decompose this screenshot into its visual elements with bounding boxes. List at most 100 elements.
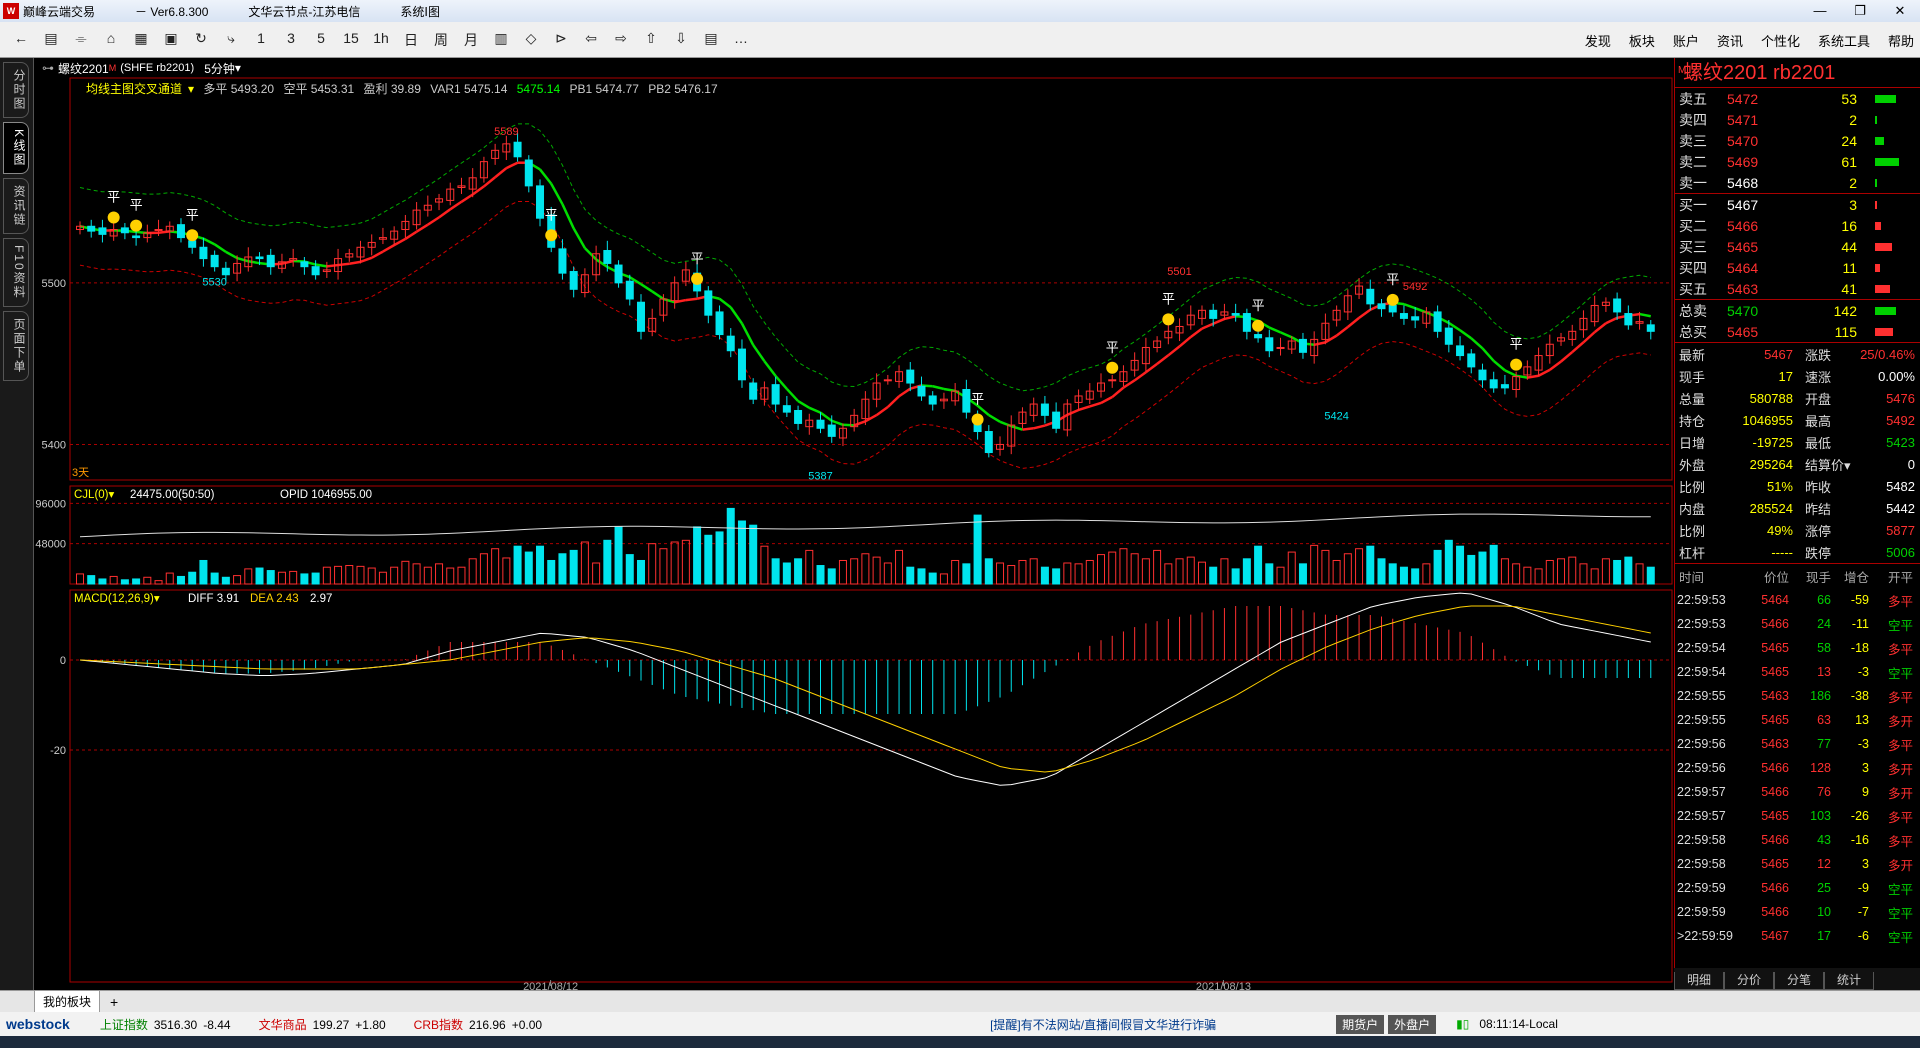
side-tab-2[interactable]: 资讯链: [3, 178, 29, 235]
toolbar-tool-15-icon[interactable]: 月: [456, 30, 486, 50]
volume-bar: [648, 543, 657, 585]
menu-5[interactable]: 系统工具: [1818, 31, 1870, 50]
menu-1[interactable]: 板块: [1629, 31, 1655, 50]
tick-row: 22:59:55 5463 186 -38 多平: [1675, 684, 1920, 708]
toolbar-tool-9-icon[interactable]: 3: [276, 30, 306, 50]
volume-bar: [794, 558, 803, 585]
stat-label-2[interactable]: 结算价▾: [1793, 455, 1853, 474]
ma-segment: [1010, 424, 1023, 431]
tick-time: 22:59:53: [1677, 593, 1726, 607]
toolbar-tool-21-icon[interactable]: ⇧: [636, 30, 666, 50]
toolbar-tool-6-icon[interactable]: ↻: [186, 30, 216, 50]
volume-bar: [569, 549, 578, 585]
quote-tab-2[interactable]: 分笔: [1774, 972, 1825, 990]
volume-bar: [850, 558, 859, 585]
menu-0[interactable]: 发现: [1585, 31, 1611, 50]
ma-segment: [808, 406, 822, 414]
orderbook-level: 买五: [1679, 280, 1707, 297]
futures-account-button[interactable]: 期货户: [1336, 1014, 1385, 1034]
server-name[interactable]: 文华云节点-江苏电信: [248, 3, 360, 20]
toolbar-tool-24-icon[interactable]: …: [726, 30, 756, 50]
index-change: +1.80: [355, 1017, 386, 1032]
orderbook-row: 总卖 5470 142: [1675, 300, 1920, 321]
restore-icon[interactable]: ❐: [1840, 0, 1880, 22]
minimize-icon[interactable]: —: [1800, 0, 1840, 22]
toolbar-tool-5-icon[interactable]: ▣: [156, 30, 186, 50]
toolbar-tool-18-icon[interactable]: ⊳: [546, 30, 576, 50]
quote-tab-3[interactable]: 统计: [1824, 972, 1875, 990]
candle-body: [255, 256, 264, 260]
menu-6[interactable]: 帮助: [1888, 31, 1914, 50]
toolbar-tool-12-icon[interactable]: 1h: [366, 30, 396, 50]
toolbar-tool-19-icon[interactable]: ⇦: [576, 30, 606, 50]
candle-body: [1231, 313, 1240, 316]
toolbar-tool-0-icon[interactable]: ←: [6, 30, 36, 50]
orderbook-row: 买五 5463 41: [1675, 278, 1920, 299]
side-tab-1[interactable]: K线图: [3, 122, 29, 175]
toolbar-tool-3-icon[interactable]: ⌂: [96, 30, 126, 50]
tick-volume: 43: [1817, 833, 1831, 847]
ma-segment: [1313, 341, 1326, 347]
day-label: 3天: [72, 467, 89, 479]
tab-my-sector[interactable]: 我的板块: [34, 990, 101, 1013]
toolbar-tool-8-icon[interactable]: 1: [246, 30, 276, 50]
toolbar-tool-17-icon[interactable]: ◇: [516, 30, 546, 50]
open-interest-line: [79, 513, 1651, 538]
volume-bar: [1287, 551, 1296, 585]
price-mark-low2: 5387: [808, 470, 832, 482]
tick-header-oi: 增仓: [1843, 570, 1869, 585]
toolbar-tool-16-icon[interactable]: ▥: [486, 30, 516, 50]
side-tabs: 分时图 K线图资讯链 F10资料页面下单: [0, 58, 34, 990]
index-item[interactable]: 上证指数 3516.30 -8.44: [100, 1016, 231, 1033]
volume-bar: [1624, 556, 1633, 585]
menu-2[interactable]: 账户: [1673, 31, 1699, 50]
ma-segment: [886, 395, 900, 408]
toolbar-tool-4-icon[interactable]: ▦: [126, 30, 156, 50]
toolbar-tool-10-icon[interactable]: 5: [306, 30, 336, 50]
system-mode[interactable]: 系统Ⅰ图: [400, 3, 440, 20]
quote-tab-1[interactable]: 分价: [1724, 972, 1775, 990]
index-item[interactable]: CRB指数 216.96 +0.00: [414, 1016, 542, 1033]
close-icon[interactable]: ✕: [1880, 0, 1920, 22]
ma-segment: [1268, 326, 1282, 334]
ma-segment: [561, 203, 575, 229]
toolbar-tool-14-icon[interactable]: 周: [426, 30, 456, 50]
menu-3[interactable]: 资讯: [1717, 31, 1743, 50]
side-tab-3[interactable]: F10资料: [3, 238, 29, 307]
stat-label-2: 最低: [1805, 435, 1832, 451]
toolbar-tool-11-icon[interactable]: 15: [336, 30, 366, 50]
macd-panel-frame: [69, 589, 1673, 983]
orderbook-volume: 41: [1841, 280, 1857, 297]
tick-row: 22:59:57 5465 103 -26 多平: [1675, 804, 1920, 828]
notice-text[interactable]: [提醒]有不法网站/直播间假冒文华进行诈骗: [990, 1016, 1216, 1033]
ma-segment: [976, 404, 990, 417]
toolbar-tool-22-icon[interactable]: ⇩: [666, 30, 696, 50]
volume-bar: [782, 562, 791, 585]
volume-bar: [210, 572, 219, 585]
toolbar-tool-7-icon[interactable]: ⤷: [216, 30, 246, 50]
side-tab-4[interactable]: 页面下单: [3, 310, 29, 381]
volume-bar: [1343, 553, 1352, 585]
candle-body: [1500, 384, 1509, 389]
add-tab-icon[interactable]: +: [110, 994, 118, 1010]
index-item[interactable]: 文华商品 199.27 +1.80: [259, 1016, 386, 1033]
toolbar-tool-13-icon[interactable]: 日: [396, 30, 426, 50]
orderbook-volume: 61: [1841, 153, 1857, 170]
toolbar-tool-2-icon[interactable]: ⌯: [66, 30, 96, 50]
quote-tab-0[interactable]: 明细: [1674, 972, 1725, 990]
signal-flat-mark: 平: [130, 198, 143, 213]
ma-segment: [505, 161, 519, 170]
side-tab-0[interactable]: 分时图: [3, 62, 29, 118]
orderbook-bar: [1875, 285, 1890, 293]
toolbar-tool-20-icon[interactable]: ⇨: [606, 30, 636, 50]
foreign-account-button[interactable]: 外盘户: [1388, 1014, 1437, 1034]
toolbar-tool-1-icon[interactable]: ▤: [36, 30, 66, 50]
menu-4[interactable]: 个性化: [1761, 31, 1800, 50]
price-mark-low3: 5424: [1324, 411, 1348, 423]
tick-type: 空平: [1887, 906, 1913, 921]
tick-price: 5465: [1761, 809, 1789, 823]
volume-bar: [199, 559, 208, 585]
toolbar-tool-23-icon[interactable]: ▤: [696, 30, 726, 50]
kline-chart[interactable]: 550054005589553053875501549254243天平平平 平平平…: [34, 58, 1674, 990]
tick-price: 5466: [1761, 761, 1789, 775]
